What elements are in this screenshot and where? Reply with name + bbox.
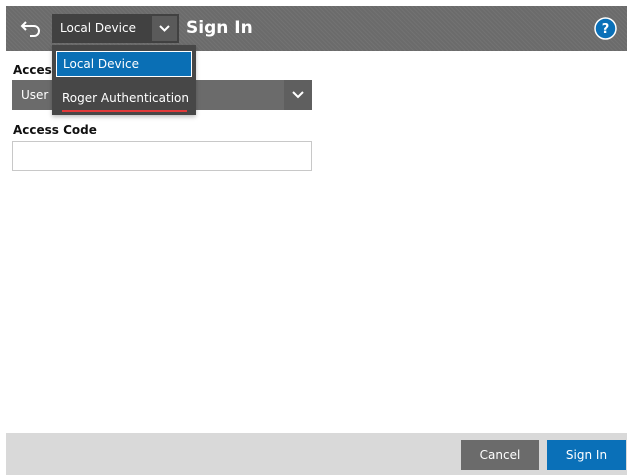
back-arrow-icon[interactable] bbox=[20, 18, 42, 38]
access-method-value: User bbox=[21, 88, 49, 102]
help-icon[interactable]: ? bbox=[594, 17, 617, 40]
device-dropdown-menu: Local Device Roger Authentication bbox=[52, 45, 196, 115]
left-margin bbox=[0, 0, 6, 475]
access-method-label: Acces bbox=[13, 63, 52, 77]
annotation-underline bbox=[62, 110, 187, 112]
dropdown-option-local-device[interactable]: Local Device bbox=[56, 51, 192, 77]
chevron-down-icon[interactable] bbox=[152, 16, 177, 41]
device-select[interactable]: Local Device bbox=[52, 14, 179, 43]
svg-text:?: ? bbox=[602, 22, 610, 37]
page-title: Sign In bbox=[186, 18, 253, 38]
dropdown-option-roger-authentication[interactable]: Roger Authentication bbox=[56, 85, 192, 111]
device-select-value: Local Device bbox=[60, 21, 136, 35]
cancel-button[interactable]: Cancel bbox=[461, 440, 539, 470]
chevron-down-icon[interactable] bbox=[284, 80, 312, 110]
access-code-input[interactable] bbox=[12, 141, 312, 171]
sign-in-button[interactable]: Sign In bbox=[547, 440, 626, 470]
access-code-label: Access Code bbox=[13, 123, 97, 137]
bottom-bar: Cancel Sign In bbox=[6, 433, 627, 475]
